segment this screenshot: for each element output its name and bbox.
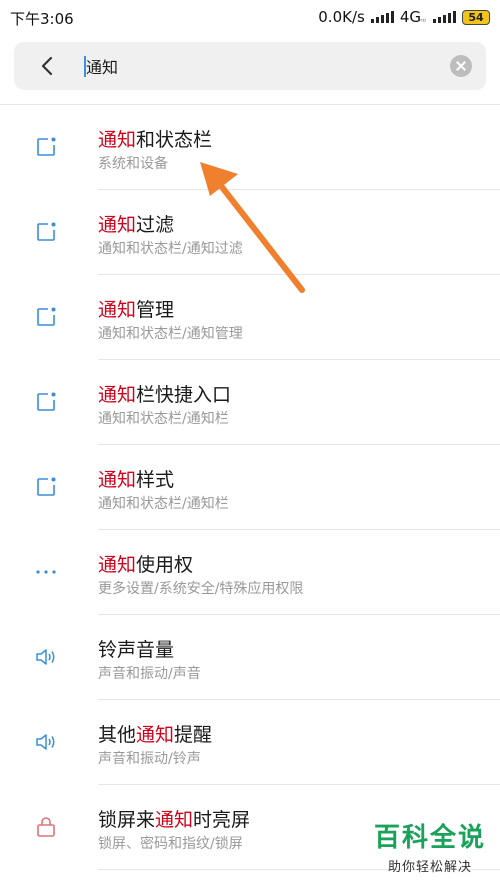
result-item[interactable]: 其他通知提醒声音和振动/铃声 [0,700,500,785]
lock-icon [34,815,58,839]
result-title: 通知和状态栏 [98,125,212,152]
result-title-text: 样式 [136,469,175,491]
result-title-text: 其他 [98,724,137,746]
signal-strength-icon [370,11,394,23]
network-type: 4G ᴴᴰ [399,8,426,26]
result-title-text: 使用权 [136,554,194,576]
speaker-icon [34,730,58,754]
result-item[interactable]: 通知管理通知和状态栏/通知管理 [0,275,500,360]
result-item[interactable]: 铃声音量声音和振动/声音 [0,615,500,700]
result-title-highlight: 通知 [98,384,137,406]
network-type-label: 4G [399,8,421,26]
result-title: 通知样式 [98,465,174,492]
result-title-text: 和状态栏 [136,129,213,151]
result-title: 锁屏来通知时亮屏 [98,805,250,832]
result-item[interactable]: 通知使用权更多设置/系统安全/特殊应用权限 [0,530,500,615]
result-title-highlight: 通知 [155,809,194,831]
result-title-highlight: 通知 [98,554,137,576]
network-hd-label: ᴴᴰ [419,18,426,26]
result-title-highlight: 通知 [98,469,137,491]
search-bar [14,42,486,90]
result-title-text: 提醒 [174,724,213,746]
result-subtitle: 系统和设备 [98,156,168,172]
result-title-text: 过滤 [136,214,175,236]
result-title-text: 栏快捷入口 [136,384,232,406]
back-arrow-icon[interactable] [36,54,60,78]
result-title: 通知使用权 [98,550,193,577]
result-title-highlight: 通知 [98,214,137,236]
result-subtitle: 声音和振动/铃声 [98,751,201,767]
notification-square-icon [34,135,58,159]
status-indicators: 0.0K/s 4G ᴴᴰ 54 [318,8,490,26]
search-results-list: 通知和状态栏 系统和设备 通知过滤 通知和状态栏/通知过滤 通知管理 通知和状态栏/通知管… [0,105,500,870]
result-title-highlight: 通知 [98,129,137,151]
result-title-text: 管理 [136,299,175,321]
more-dots-icon [34,560,58,584]
speaker-icon [34,645,58,669]
result-title-highlight: 通知 [136,724,175,746]
result-title: 通知栏快捷入口 [98,380,231,407]
result-subtitle: 通知和状态栏/通知管理 [98,326,243,342]
result-title: 其他通知提醒 [98,720,212,747]
result-title-text: 锁屏来 [98,809,156,831]
battery-icon: 54 [462,9,490,25]
clear-search-icon[interactable] [450,55,472,77]
result-subtitle: 通知和状态栏/通知栏 [98,411,229,427]
result-title: 铃声音量 [98,635,174,662]
notification-square-icon [34,305,58,329]
status-bar: 下午3:06 0.0K/s 4G ᴴᴰ 54 [0,0,500,36]
result-title-text: 铃声音量 [98,639,175,661]
result-subtitle: 声音和振动/声音 [98,666,201,682]
result-title: 通知管理 [98,295,174,322]
notification-square-icon [34,220,58,244]
net-speed: 0.0K/s [318,8,365,26]
search-input[interactable] [86,50,446,82]
result-item[interactable]: 通知样式通知和状态栏/通知栏 [0,445,500,530]
result-subtitle: 更多设置/系统安全/特殊应用权限 [98,581,304,597]
result-item[interactable]: 通知栏快捷入口通知和状态栏/通知栏 [0,360,500,445]
result-item[interactable]: 通知和状态栏系统和设备 [0,105,500,190]
result-item[interactable]: 通知过滤通知和状态栏/通知过滤 [0,190,500,275]
result-subtitle: 锁屏、密码和指纹/锁屏 [98,836,243,852]
result-item[interactable]: 锁屏来通知时亮屏锁屏、密码和指纹/锁屏 [0,785,500,870]
result-title: 通知过滤 [98,210,174,237]
result-title-text: 时亮屏 [193,809,251,831]
result-subtitle: 通知和状态栏/通知栏 [98,496,229,512]
signal-strength-icon-2 [433,11,456,23]
result-subtitle: 通知和状态栏/通知过滤 [98,241,243,257]
status-time: 下午3:06 [10,10,74,28]
result-title-highlight: 通知 [98,299,137,321]
notification-square-icon [34,475,58,499]
divider [98,869,500,870]
notification-square-icon [34,390,58,414]
